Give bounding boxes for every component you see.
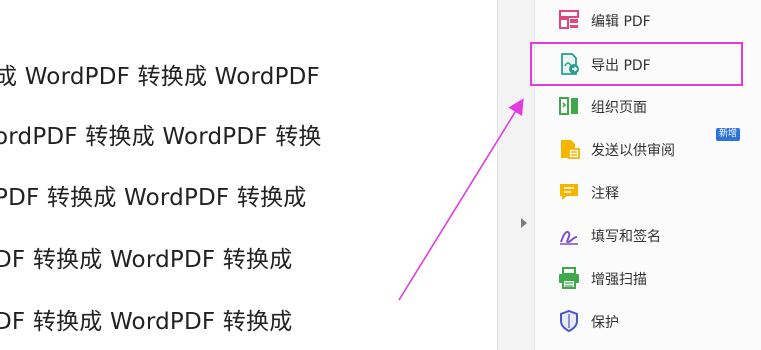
enhance-scan-icon: [557, 266, 581, 290]
tool-enhance-scan[interactable]: 增强扫描: [535, 258, 761, 298]
fill-sign-icon: [557, 223, 581, 247]
tool-label: 增强扫描: [591, 272, 647, 288]
new-badge: 新增: [716, 128, 741, 141]
tool-organize-pages[interactable]: 组织页面: [535, 86, 761, 126]
organize-pages-icon: [557, 94, 581, 118]
document-page: 成 WordPDF 转换成 WordPDF ordPDF 转换成 WordPDF…: [0, 0, 497, 350]
send-for-review-icon: [557, 137, 581, 161]
document-text-line: ordPDF 转换成 WordPDF 转换: [0, 124, 322, 150]
tool-protect[interactable]: 保护: [535, 301, 761, 341]
edit-pdf-icon: [557, 8, 581, 32]
tool-comment[interactable]: 注释: [535, 172, 761, 212]
tool-label: 保护: [591, 315, 619, 331]
tool-label: 发送以供审阅: [591, 143, 675, 159]
document-text-line: 成 WordPDF 转换成 WordPDF: [0, 64, 320, 90]
highlight-box: [530, 42, 743, 86]
tool-label: 注释: [591, 186, 619, 202]
tool-fill-sign[interactable]: 填写和签名: [535, 215, 761, 255]
tool-label: 编辑 PDF: [591, 14, 651, 30]
comment-icon: [557, 180, 581, 204]
document-text-line: DF 转换成 WordPDF 转换成: [0, 309, 293, 335]
tool-edit-pdf[interactable]: 编辑 PDF: [535, 0, 761, 40]
collapse-panel-icon[interactable]: [521, 218, 527, 228]
document-text-line: DF 转换成 WordPDF 转换成: [0, 247, 293, 273]
protect-icon: [557, 309, 581, 333]
tool-label: 填写和签名: [591, 229, 661, 245]
document-text-line: PDF 转换成 WordPDF 转换成: [0, 185, 307, 211]
tool-label: 组织页面: [591, 100, 647, 116]
